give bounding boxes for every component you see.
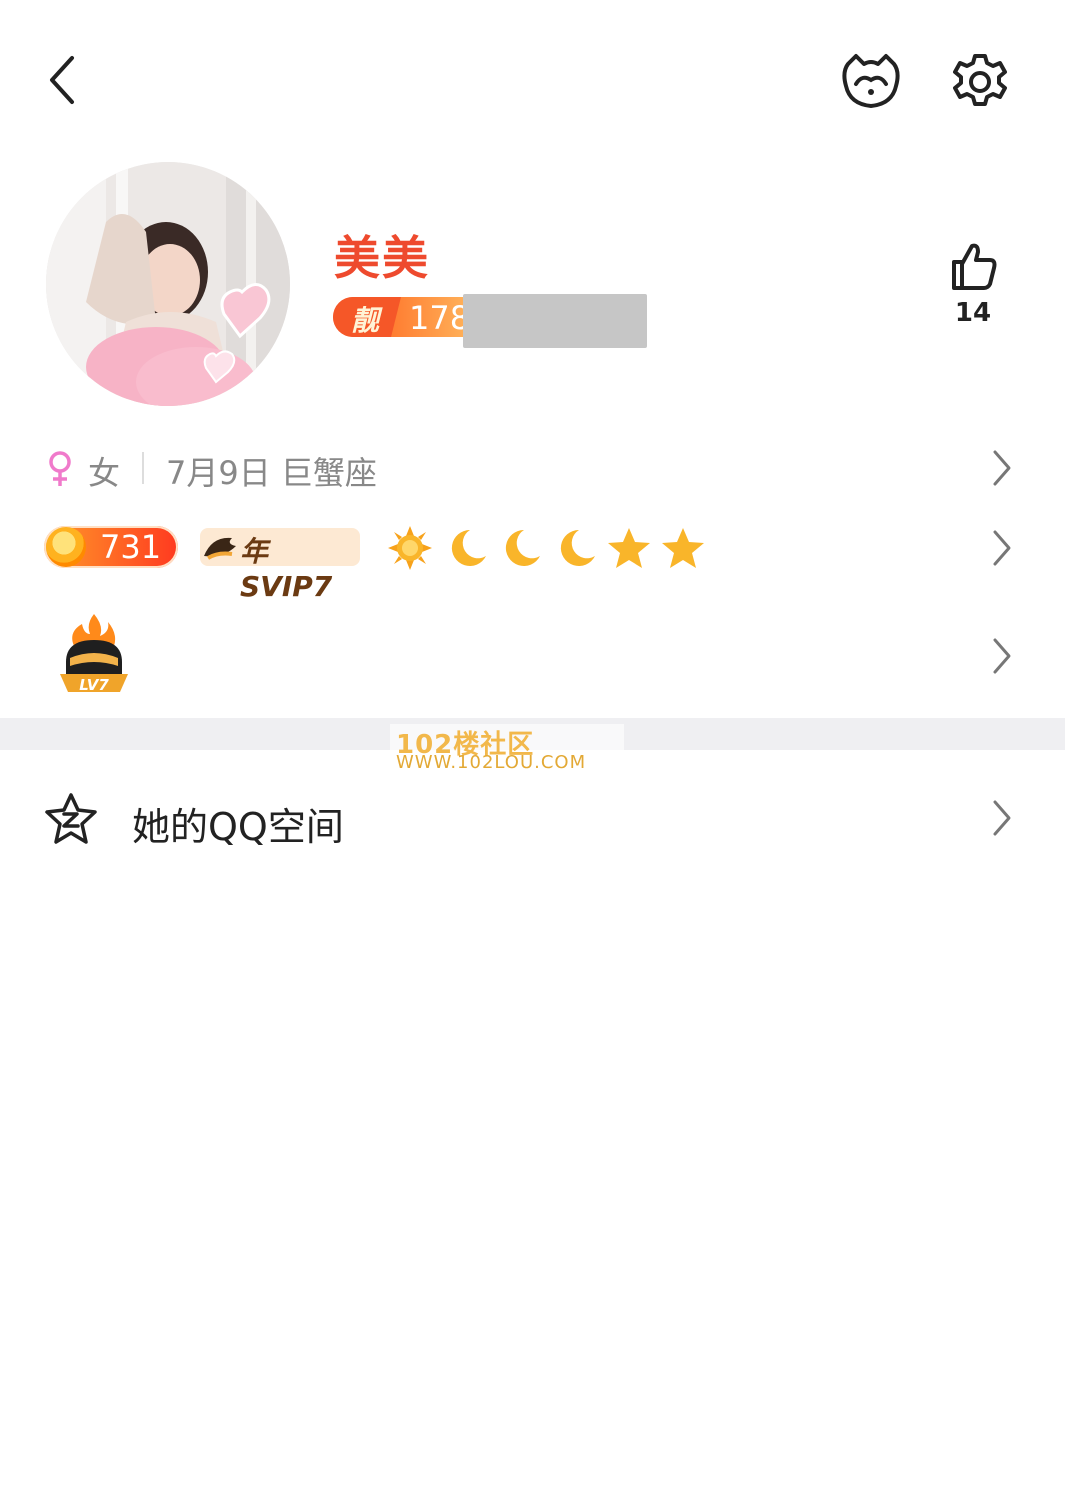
game-badge-label: LV7 (79, 676, 109, 694)
pretty-number-badge[interactable]: 靓 178 (333, 297, 469, 337)
back-button[interactable] (40, 52, 90, 108)
svip-badge: 年SVIP7 (200, 528, 360, 603)
game-badge-row[interactable]: LV7 (0, 608, 1065, 704)
thumbs-up-icon (952, 243, 997, 290)
like-button[interactable] (944, 238, 1000, 294)
qzone-star-icon (45, 793, 97, 844)
birthday-text: 7月9日 巨蟹座 (166, 454, 377, 492)
moon-icon (451, 529, 486, 566)
basic-info-row[interactable]: 女 7月9日 巨蟹座 (0, 438, 1065, 500)
settings-button[interactable] (948, 50, 1012, 114)
gender-text: 女 (88, 454, 121, 492)
game-rank-badge-icon: LV7 (60, 614, 128, 694)
svip-crown-icon (204, 537, 236, 560)
female-icon (49, 451, 71, 486)
qzone-row[interactable]: 她的QQ空间 (0, 774, 1065, 862)
redacted-area (463, 294, 647, 348)
qq-level-badge: 731 (44, 526, 178, 568)
qzone-label: 她的QQ空间 (132, 805, 344, 849)
pretty-number: 178 (409, 299, 469, 337)
chevron-right-icon (993, 638, 1011, 674)
chevron-right-icon (993, 800, 1011, 836)
like-count: 14 (954, 298, 992, 328)
gear-icon (953, 54, 1007, 106)
chevron-right-icon (993, 450, 1011, 486)
level-row[interactable]: 731 年SVIP7 (0, 518, 1065, 603)
sun-icon (388, 526, 432, 570)
pretty-tag-text: 靓 (351, 304, 380, 337)
watermark: 102楼社区 WWW.102LOU.COM (390, 724, 624, 776)
star-icon (662, 528, 704, 568)
pet-button[interactable] (838, 50, 904, 112)
pet-face-icon (842, 54, 900, 108)
back-arrow-icon (50, 56, 74, 104)
watermark-url: WWW.102LOU.COM (396, 752, 587, 773)
star-icon (608, 528, 650, 568)
moon-icon (505, 529, 540, 566)
avatar-photo (46, 162, 290, 406)
profile-page: 美美 靓 178 14 女 7月9日 巨蟹座 731 年SVIP7 LV7 10… (0, 0, 1065, 1500)
chevron-right-icon (993, 530, 1011, 566)
nickname: 美美 (334, 231, 430, 285)
qq-level-value: 731 (100, 528, 162, 566)
separator (142, 452, 144, 484)
coin-icon (46, 527, 86, 567)
svip-label: 年SVIP7 (240, 535, 333, 603)
avatar[interactable] (46, 162, 290, 406)
moon-icon (560, 529, 595, 566)
